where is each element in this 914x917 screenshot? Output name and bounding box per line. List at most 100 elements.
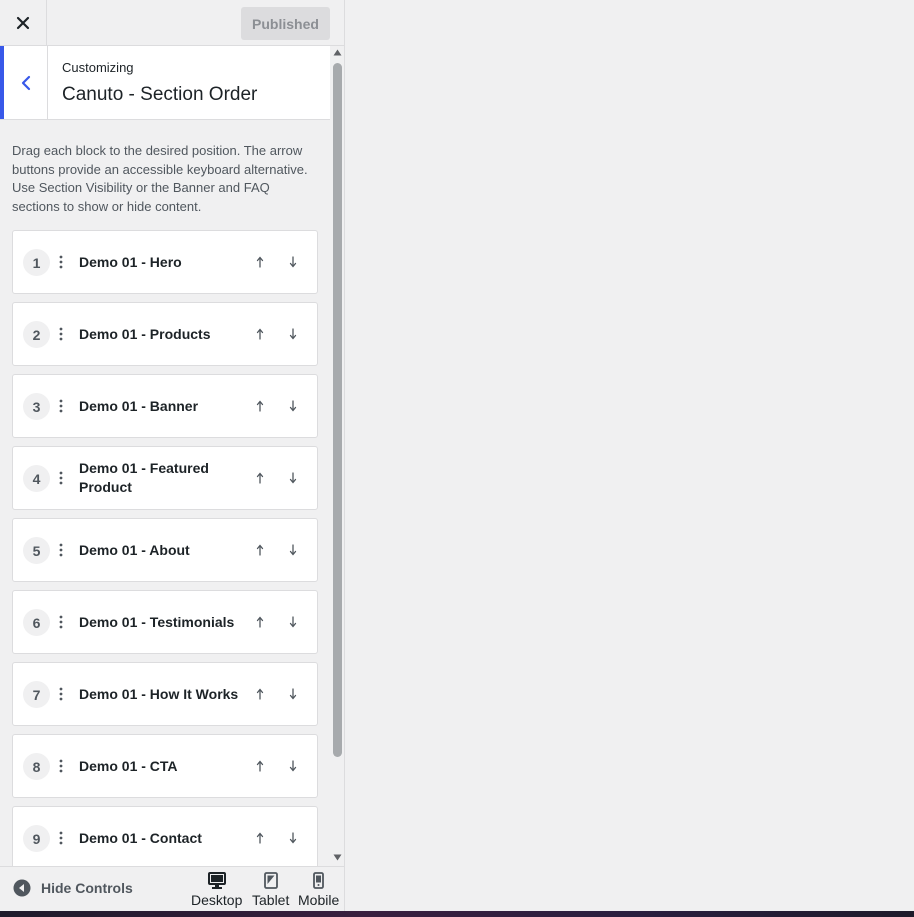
arrow-up-icon bbox=[256, 256, 264, 268]
preview-tablet-label: Tablet bbox=[252, 892, 290, 908]
move-down-button[interactable] bbox=[282, 395, 304, 417]
section-label: Demo 01 - How It Works bbox=[79, 685, 239, 702]
back-button[interactable] bbox=[0, 46, 48, 119]
move-down-button[interactable] bbox=[282, 323, 304, 345]
drag-handle-icon[interactable] bbox=[57, 830, 65, 846]
preview-desktop-button[interactable]: Desktop bbox=[191, 872, 242, 908]
preview-desktop-label: Desktop bbox=[191, 892, 243, 908]
section-number-badge: 3 bbox=[23, 393, 50, 420]
hide-controls-button[interactable]: Hide Controls bbox=[13, 879, 133, 897]
scroll-down-arrow-icon[interactable] bbox=[333, 854, 342, 861]
move-up-button[interactable] bbox=[249, 755, 271, 777]
tablet-icon bbox=[263, 872, 278, 889]
move-down-button[interactable] bbox=[282, 755, 304, 777]
drag-handle-icon[interactable] bbox=[57, 758, 65, 774]
customizer-topbar: Published bbox=[0, 0, 344, 46]
hide-controls-label: Hide Controls bbox=[41, 880, 133, 896]
section-item[interactable]: 3 Demo 01 - Banner bbox=[12, 374, 318, 438]
move-down-button[interactable] bbox=[282, 251, 304, 273]
breadcrumb: Customizing bbox=[62, 60, 134, 75]
section-label: Demo 01 - About bbox=[79, 541, 190, 558]
drag-handle-icon[interactable] bbox=[57, 254, 65, 270]
published-button[interactable]: Published bbox=[241, 7, 330, 40]
section-item[interactable]: 5 Demo 01 - About bbox=[12, 518, 318, 582]
section-item[interactable]: 9 Demo 01 - Contact bbox=[12, 806, 318, 870]
page-title: Canuto - Section Order bbox=[62, 84, 258, 105]
preview-mobile-button[interactable]: Mobile bbox=[298, 872, 339, 908]
move-down-button[interactable] bbox=[282, 467, 304, 489]
arrow-down-icon bbox=[289, 688, 297, 700]
section-number-badge: 7 bbox=[23, 681, 50, 708]
arrow-up-icon bbox=[256, 328, 264, 340]
drag-handle-icon[interactable] bbox=[57, 542, 65, 558]
customizer-footer: Hide Controls Desktop Tablet Mobile bbox=[0, 866, 344, 911]
section-number-badge: 8 bbox=[23, 753, 50, 780]
section-number-badge: 5 bbox=[23, 537, 50, 564]
arrow-up-icon bbox=[256, 760, 264, 772]
section-header: Customizing Canuto - Section Order bbox=[0, 46, 330, 120]
scroll-up-arrow-icon[interactable] bbox=[333, 49, 342, 56]
move-up-button[interactable] bbox=[249, 611, 271, 633]
section-description: Drag each block to the desired position.… bbox=[12, 143, 308, 214]
section-label: Demo 01 - Products bbox=[79, 325, 211, 342]
section-number-badge: 4 bbox=[23, 465, 50, 492]
move-down-button[interactable] bbox=[282, 683, 304, 705]
move-up-button[interactable] bbox=[249, 323, 271, 345]
preview-frame-edge bbox=[0, 911, 914, 917]
customizer-panel: Published Customizing Canuto - Section O… bbox=[0, 0, 345, 911]
drag-handle-icon[interactable] bbox=[57, 614, 65, 630]
arrow-down-icon bbox=[289, 616, 297, 628]
arrow-down-icon bbox=[289, 400, 297, 412]
arrow-down-icon bbox=[289, 544, 297, 556]
arrow-up-icon bbox=[256, 688, 264, 700]
close-button[interactable] bbox=[0, 0, 47, 45]
move-up-button[interactable] bbox=[249, 683, 271, 705]
section-label: Demo 01 - Banner bbox=[79, 397, 199, 414]
mobile-icon bbox=[313, 872, 325, 889]
move-down-button[interactable] bbox=[282, 611, 304, 633]
move-up-button[interactable] bbox=[249, 827, 271, 849]
arrow-down-icon bbox=[289, 472, 297, 484]
preview-tablet-button[interactable]: Tablet bbox=[252, 872, 289, 908]
section-item[interactable]: 6 Demo 01 - Testimonials bbox=[12, 590, 318, 654]
move-down-button[interactable] bbox=[282, 827, 304, 849]
section-item[interactable]: 4 Demo 01 - Featured Product bbox=[12, 446, 318, 510]
section-label: Demo 01 - CTA bbox=[79, 757, 178, 774]
arrow-up-icon bbox=[256, 472, 264, 484]
drag-handle-icon[interactable] bbox=[57, 686, 65, 702]
section-number-badge: 9 bbox=[23, 825, 50, 852]
drag-handle-icon[interactable] bbox=[57, 398, 65, 414]
section-label: Demo 01 - Testimonials bbox=[79, 613, 235, 630]
drag-handle-icon[interactable] bbox=[57, 326, 65, 342]
move-up-button[interactable] bbox=[249, 395, 271, 417]
arrow-down-icon bbox=[289, 328, 297, 340]
desktop-icon bbox=[207, 872, 226, 889]
arrow-up-icon bbox=[256, 616, 264, 628]
arrow-up-icon bbox=[256, 400, 264, 412]
arrow-down-icon bbox=[289, 760, 297, 772]
collapse-arrow-icon bbox=[13, 879, 31, 897]
close-icon bbox=[16, 16, 30, 29]
section-label: Demo 01 - Contact bbox=[79, 829, 202, 846]
section-number-badge: 1 bbox=[23, 249, 50, 276]
move-up-button[interactable] bbox=[249, 539, 271, 561]
arrow-up-icon bbox=[256, 832, 264, 844]
section-number-badge: 2 bbox=[23, 321, 50, 348]
scrollbar-thumb[interactable] bbox=[333, 63, 342, 757]
drag-handle-icon[interactable] bbox=[57, 470, 65, 486]
section-item[interactable]: 8 Demo 01 - CTA bbox=[12, 734, 318, 798]
section-label: Demo 01 - Hero bbox=[79, 253, 182, 270]
preview-mobile-label: Mobile bbox=[298, 892, 340, 908]
move-up-button[interactable] bbox=[249, 467, 271, 489]
section-number-badge: 6 bbox=[23, 609, 50, 636]
move-up-button[interactable] bbox=[249, 251, 271, 273]
arrow-down-icon bbox=[289, 256, 297, 268]
chevron-left-icon bbox=[21, 75, 30, 90]
section-item[interactable]: 2 Demo 01 - Products bbox=[12, 302, 318, 366]
arrow-up-icon bbox=[256, 544, 264, 556]
section-item[interactable]: 1 Demo 01 - Hero bbox=[12, 230, 318, 294]
section-item[interactable]: 7 Demo 01 - How It Works bbox=[12, 662, 318, 726]
arrow-down-icon bbox=[289, 832, 297, 844]
move-down-button[interactable] bbox=[282, 539, 304, 561]
section-label: Demo 01 - Featured Product bbox=[79, 460, 209, 495]
